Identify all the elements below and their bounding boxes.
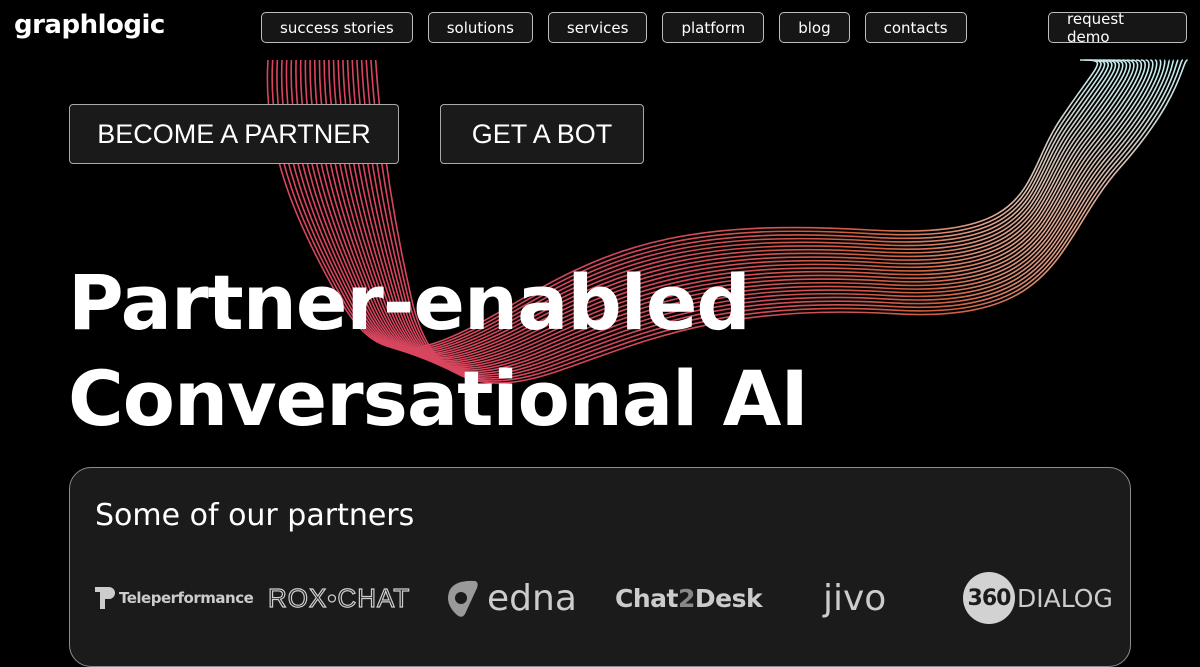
nav-success-stories[interactable]: success stories [261,12,413,43]
nav-solutions[interactable]: solutions [427,12,533,43]
main-nav: success stories solutions services platf… [261,12,967,43]
edna-logo-icon [448,580,478,617]
become-partner-button[interactable]: BECOME A PARTNER [69,104,399,164]
partner-name: Teleperformance [119,589,254,607]
get-bot-button[interactable]: GET A BOT [440,104,644,164]
partners-panel: Some of our partners Teleperformance ROX… [69,467,1131,667]
headline-line-1: Partner-enabled [68,258,751,347]
nav-platform[interactable]: platform [662,12,765,43]
teleperformance-logo-icon [95,587,115,609]
partner-name-part: 2 [677,583,695,613]
headline-line-2: Conversational AI [68,354,809,443]
partner-name-part: Chat [615,583,678,613]
partner-roxchat[interactable]: ROX•CHAT [267,573,410,623]
partner-edna[interactable]: edna [445,573,577,623]
partner-name: DIALOG [1017,583,1113,613]
request-demo-button[interactable]: request demo [1048,10,1187,46]
partner-name: edna [487,577,577,619]
brand-logo[interactable]: graphlogic [14,10,165,40]
partner-360dialog[interactable]: 360 DIALOG [963,572,1113,624]
partner-chat2desk[interactable]: Chat 2 Desk [615,573,763,623]
partner-logos: Teleperformance ROX•CHAT edna Chat 2 Desk … [95,572,1113,624]
partner-name-part: Desk [694,583,763,613]
nav-blog[interactable]: blog [779,12,850,43]
partner-teleperformance[interactable]: Teleperformance [95,573,254,623]
360-circle-icon: 360 [963,572,1015,624]
nav-contacts[interactable]: contacts [864,12,967,43]
partner-jivo[interactable]: jivo [823,573,886,623]
nav-services[interactable]: services [547,12,648,43]
partners-title: Some of our partners [95,498,415,533]
hero-headline: Partner-enabled Conversational AI [68,255,809,447]
